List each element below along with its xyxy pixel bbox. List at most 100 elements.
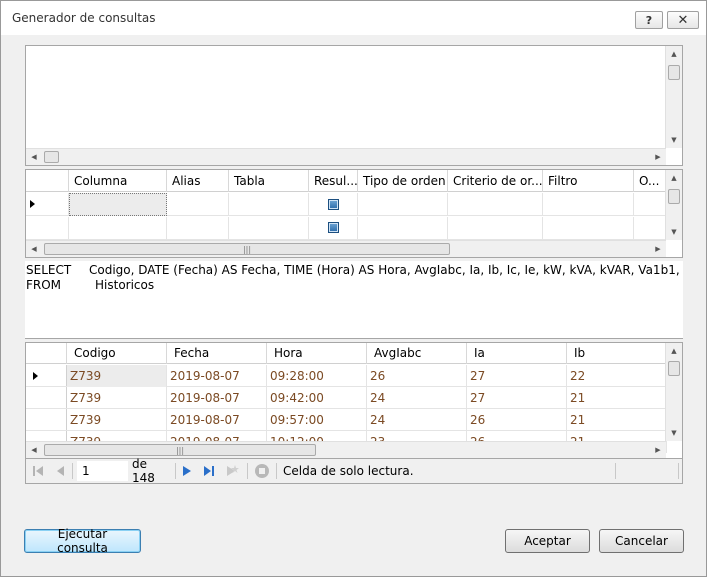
scroll-thumb[interactable]: ||| <box>44 243 450 255</box>
cancel-button[interactable]: Cancelar <box>599 529 684 553</box>
table-cell[interactable]: 27 <box>467 365 567 387</box>
table-cell[interactable]: 26 <box>467 409 567 431</box>
o-cell[interactable] <box>634 193 667 216</box>
column-header-tabla[interactable]: Tabla <box>229 170 309 192</box>
stop-button[interactable] <box>253 463 271 479</box>
table-cell[interactable]: 21 <box>567 387 667 409</box>
scroll-down-icon[interactable]: ▼ <box>666 425 682 441</box>
diagram-vscroll[interactable]: ▲ ▼ <box>665 46 682 148</box>
column-header-filtro[interactable]: Filtro <box>543 170 634 192</box>
tipo-orden-cell[interactable] <box>358 217 448 240</box>
scroll-left-icon[interactable]: ◀ <box>26 149 42 165</box>
column-header-criterio-orden[interactable]: Criterio de or... <box>448 170 543 192</box>
column-header-ia[interactable]: Ia <box>467 343 567 364</box>
column-header-hora[interactable]: Hora <box>267 343 367 364</box>
scroll-thumb[interactable] <box>44 151 59 163</box>
table-row[interactable]: Z739 2019-08-07 09:28:00 26 27 22 <box>26 365 667 387</box>
column-header-o[interactable]: O... <box>634 170 667 192</box>
table-cell[interactable]: 21 <box>567 409 667 431</box>
close-button[interactable]: ✕ <box>667 11 699 29</box>
criteria-row[interactable] <box>26 193 667 216</box>
columna-cell[interactable] <box>69 193 167 216</box>
scroll-left-icon[interactable]: ◀ <box>26 442 42 458</box>
scroll-right-icon[interactable]: ▶ <box>650 149 666 165</box>
results-hscroll[interactable]: ◀ ||| ▶ <box>26 441 666 458</box>
column-header-ib[interactable]: Ib <box>567 343 667 364</box>
column-header-fecha[interactable]: Fecha <box>167 343 267 364</box>
criteria-hscroll[interactable]: ◀ ||| ▶ <box>26 240 666 257</box>
row-header[interactable] <box>26 193 69 216</box>
ok-button[interactable]: Aceptar <box>505 529 590 553</box>
criteria-grid[interactable]: Columna Alias Tabla Resul... Tipo de ord… <box>25 169 683 258</box>
scroll-left-icon[interactable]: ◀ <box>26 241 42 257</box>
criteria-vscroll[interactable]: ▲ ▼ <box>665 170 682 240</box>
diagram-pane[interactable]: ▲ ▼ ◀ ▶ <box>25 45 683 166</box>
row-header[interactable] <box>26 409 67 430</box>
table-cell[interactable]: 09:57:00 <box>267 409 367 431</box>
table-row[interactable]: Z739 2019-08-07 09:57:00 24 26 21 <box>26 409 667 431</box>
table-row[interactable]: Z739 2019-08-07 09:42:00 24 27 21 <box>26 387 667 409</box>
column-header-columna[interactable]: Columna <box>69 170 167 192</box>
criterio-orden-cell[interactable] <box>448 193 543 216</box>
resultado-cell[interactable] <box>309 193 358 216</box>
criteria-row[interactable] <box>26 217 667 240</box>
table-cell[interactable]: Z739 <box>67 409 167 431</box>
help-button[interactable]: ? <box>635 11 663 29</box>
table-cell[interactable]: 24 <box>367 409 467 431</box>
scroll-up-icon[interactable]: ▲ <box>666 170 682 186</box>
scroll-down-icon[interactable]: ▼ <box>666 132 682 148</box>
tabla-cell[interactable] <box>229 217 309 240</box>
column-header-alias[interactable]: Alias <box>167 170 229 192</box>
table-cell[interactable]: 09:42:00 <box>267 387 367 409</box>
results-vscroll[interactable]: ▲ ▼ <box>665 343 682 441</box>
filtro-cell[interactable] <box>543 217 634 240</box>
scroll-right-icon[interactable]: ▶ <box>650 241 666 257</box>
table-cell[interactable]: 26 <box>367 365 467 387</box>
table-cell[interactable]: 27 <box>467 387 567 409</box>
first-record-button[interactable] <box>31 463 45 479</box>
position-input[interactable]: 1 <box>77 461 128 481</box>
column-header-tipo-orden[interactable]: Tipo de orden <box>358 170 448 192</box>
next-record-button[interactable] <box>180 463 194 479</box>
scroll-thumb[interactable]: ||| <box>44 444 316 456</box>
table-cell[interactable]: 09:28:00 <box>267 365 367 387</box>
table-cell[interactable]: 22 <box>567 365 667 387</box>
sql-pane[interactable]: SELECT Codigo, DATE (Fecha) AS Fecha, TIM… <box>25 261 683 339</box>
table-cell[interactable]: 2019-08-07 <box>167 387 267 409</box>
last-record-button[interactable] <box>202 463 216 479</box>
table-cell[interactable]: Z739 <box>67 387 167 409</box>
o-cell[interactable] <box>634 217 667 240</box>
scroll-thumb[interactable] <box>668 189 680 204</box>
table-cell[interactable]: 2019-08-07 <box>167 365 267 387</box>
scroll-up-icon[interactable]: ▲ <box>666 46 682 62</box>
tabla-cell[interactable] <box>229 193 309 216</box>
diagram-hscroll[interactable]: ◀ ▶ <box>26 148 666 165</box>
output-checkbox[interactable] <box>328 199 339 210</box>
results-grid[interactable]: Codigo Fecha Hora AvgIabc Ia Ib Z739 201… <box>25 342 683 459</box>
row-header[interactable] <box>26 387 67 408</box>
alias-cell[interactable] <box>167 217 229 240</box>
table-cell[interactable]: 2019-08-07 <box>167 409 267 431</box>
criterio-orden-cell[interactable] <box>448 217 543 240</box>
columna-cell[interactable] <box>69 217 167 240</box>
resultado-cell[interactable] <box>309 217 358 240</box>
column-header-resultado[interactable]: Resul... <box>309 170 358 192</box>
run-query-button[interactable]: Ejecutar consulta <box>24 527 141 555</box>
alias-cell[interactable] <box>167 193 229 216</box>
scroll-thumb[interactable] <box>668 65 680 80</box>
table-cell[interactable]: Z739 <box>67 365 167 387</box>
new-record-button[interactable] <box>224 463 240 479</box>
output-checkbox[interactable] <box>328 222 339 233</box>
filtro-cell[interactable] <box>543 193 634 216</box>
column-header-avgiabc[interactable]: AvgIabc <box>367 343 467 364</box>
tipo-orden-cell[interactable] <box>358 193 448 216</box>
row-header[interactable] <box>26 217 69 240</box>
table-cell[interactable]: 24 <box>367 387 467 409</box>
scroll-up-icon[interactable]: ▲ <box>666 343 682 359</box>
scroll-right-icon[interactable]: ▶ <box>650 442 666 458</box>
scroll-thumb[interactable] <box>668 361 680 376</box>
row-header[interactable] <box>26 365 67 386</box>
previous-record-button[interactable] <box>53 463 67 479</box>
column-header-codigo[interactable]: Codigo <box>67 343 167 364</box>
scroll-down-icon[interactable]: ▼ <box>666 224 682 240</box>
